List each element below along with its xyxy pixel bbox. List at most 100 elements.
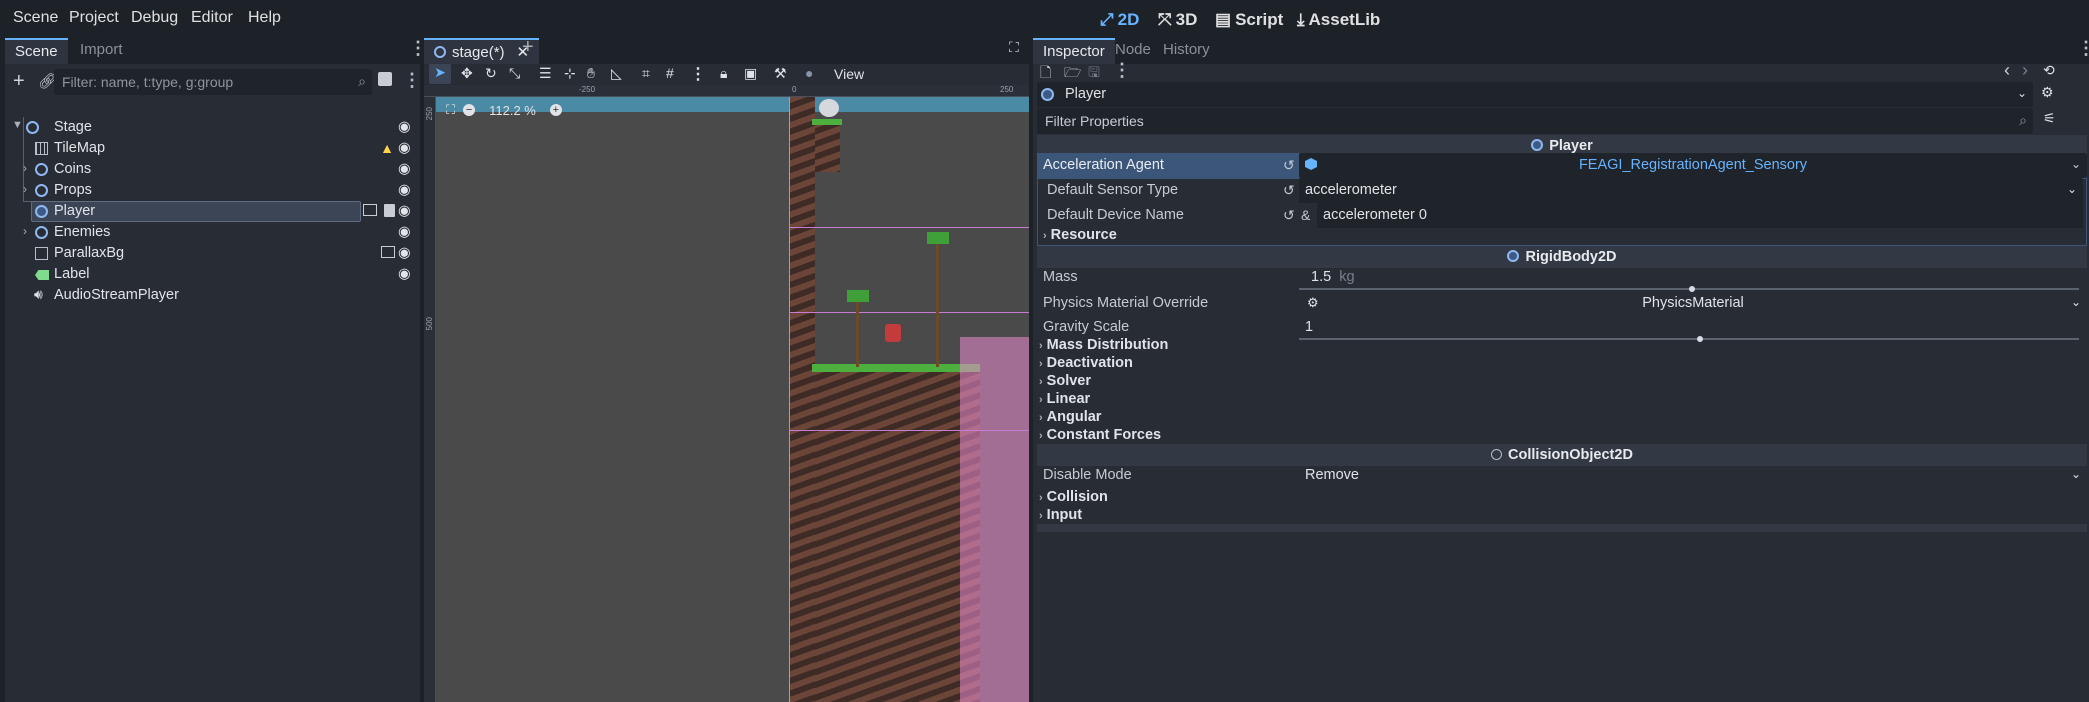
menu-debug[interactable]: Debug	[131, 9, 178, 27]
add-node-icon[interactable]: +	[13, 70, 25, 93]
zoom-out-icon[interactable]: −	[463, 104, 476, 116]
inspector-options-icon[interactable]: ⋮	[1113, 60, 1131, 81]
menu-project[interactable]: Project	[69, 9, 119, 27]
object-selector[interactable]: Player ⌄	[1037, 82, 2033, 107]
workspace-3d-button[interactable]: ⤧ 3D	[1158, 10, 1197, 30]
tree-item-coins[interactable]: › Coins ◉	[5, 159, 420, 180]
tree-item-tilemap[interactable]: TileMap ▲ ◉	[5, 138, 420, 159]
group-constant-forces[interactable]: › Constant Forces	[1039, 427, 1161, 443]
chevron-down-icon[interactable]: ⌄	[2071, 295, 2081, 309]
inspector-menu-icon[interactable]: ⋮	[2077, 38, 2089, 59]
chevron-right-icon[interactable]: ›	[23, 182, 27, 196]
filter-options-icon[interactable]: ⚟	[2043, 110, 2056, 127]
prop-mass[interactable]: Mass 1.5 kg	[1037, 265, 2087, 290]
list-select-icon[interactable]: ☰	[539, 65, 552, 82]
tab-history[interactable]: History	[1153, 38, 1220, 64]
gravity-slider-track[interactable]	[1299, 338, 2079, 340]
rotate-tool-icon[interactable]: ↻	[485, 65, 497, 82]
zoom-reset-icon[interactable]: ⛶	[446, 102, 455, 118]
scale-tool-icon[interactable]: ⤡	[509, 65, 520, 82]
group-deactivation[interactable]: › Deactivation	[1039, 355, 1133, 371]
pivot-tool-icon[interactable]: ⊹	[564, 65, 576, 82]
scene-tree-menu-icon[interactable]: ⋮	[403, 70, 421, 91]
tree-item-stage[interactable]: ▼ Stage ◉	[5, 117, 420, 138]
revert-icon[interactable]: ↺	[1283, 182, 1295, 199]
workspace-script-button[interactable]: ▤ Script	[1215, 10, 1283, 30]
scene-canvas[interactable]: ⛶ − 112.2 % +	[436, 97, 1029, 702]
tree-item-label-node[interactable]: Label ◉	[5, 264, 420, 285]
prop-disable-mode[interactable]: Disable Mode Remove ⌄	[1037, 463, 2087, 488]
eye-icon[interactable]: ◉	[398, 266, 414, 282]
chevron-down-icon[interactable]: ⌄	[2071, 467, 2081, 481]
chevron-right-icon[interactable]: ›	[23, 161, 27, 175]
chevron-right-icon[interactable]: ›	[23, 224, 27, 238]
eye-icon[interactable]: ◉	[398, 203, 414, 219]
tree-item-parallaxbg[interactable]: ParallaxBg ◉	[5, 243, 420, 264]
zoom-level[interactable]: 112.2 %	[489, 103, 536, 118]
prop-physics-material-override[interactable]: Physics Material Override ⚙ PhysicsMater…	[1037, 291, 2087, 316]
pan-tool-icon[interactable]: ✋︎	[587, 65, 595, 82]
workspace-assetlib-button[interactable]: ⤓ AssetLib	[1297, 10, 1380, 30]
group-angular[interactable]: › Angular	[1039, 409, 1101, 425]
filter-properties-input[interactable]: Filter Properties ⌕	[1037, 108, 2033, 134]
clapperboard-icon[interactable]	[363, 204, 377, 216]
history-forward-icon[interactable]: ›	[2022, 60, 2028, 81]
snap-options-icon[interactable]: ⋮	[690, 64, 706, 84]
eye-icon[interactable]: ◉	[398, 245, 414, 261]
menu-scene[interactable]: Scene	[13, 9, 58, 27]
tree-item-player[interactable]: Player ◉	[5, 201, 420, 222]
eye-icon[interactable]: ◉	[398, 161, 414, 177]
prop-gravity-scale[interactable]: Gravity Scale 1	[1037, 315, 2087, 340]
clapperboard-icon[interactable]	[381, 246, 395, 258]
history-back-icon[interactable]: ‹	[2004, 60, 2010, 81]
fullscreen-icon[interactable]: ⛶	[1009, 39, 1019, 56]
view-menu[interactable]: View	[834, 66, 864, 82]
zoom-in-icon[interactable]: +	[549, 104, 562, 116]
gravity-slider-knob[interactable]	[1697, 336, 1703, 342]
sensor-type-dropdown[interactable]: accelerometer ⌄	[1299, 178, 2083, 203]
chevron-down-icon[interactable]: ▼	[12, 119, 23, 131]
tab-scene[interactable]: Scene	[5, 38, 68, 64]
chevron-down-icon[interactable]: ⌄	[2067, 182, 2077, 196]
script-icon[interactable]	[384, 204, 395, 217]
lock-icon[interactable]: 🔒︎	[720, 65, 727, 82]
ruler-tool-icon[interactable]: ◺	[611, 65, 622, 82]
group-linear[interactable]: › Linear	[1039, 391, 1090, 407]
acceleration-agent-value[interactable]: FEAGI_RegistrationAgent_Sensory ⌄	[1299, 153, 2087, 178]
grid-snap-icon[interactable]: #	[666, 65, 674, 81]
smart-snap-icon[interactable]: ⌗	[642, 65, 650, 82]
object-history-icon[interactable]: ⟲	[2043, 62, 2055, 79]
scene-filter-input[interactable]: Filter: name, t:type, g:group ⌕	[54, 69, 372, 95]
eye-icon[interactable]: ◉	[398, 119, 414, 135]
tree-item-audiostreamplayer[interactable]: 🔊︎ AudioStreamPlayer	[5, 285, 420, 306]
revert-icon[interactable]: ↺	[1283, 207, 1295, 224]
chevron-down-icon[interactable]: ⌄	[2071, 157, 2081, 171]
camera-override-icon[interactable]: ●	[805, 65, 813, 81]
revert-icon[interactable]: ↺	[1283, 157, 1295, 174]
workspace-2d-button[interactable]: ⤢ 2D	[1100, 10, 1139, 30]
group-mass-distribution[interactable]: › Mass Distribution	[1039, 337, 1168, 353]
device-name-input[interactable]: accelerometer 0	[1317, 203, 2083, 228]
move-tool-icon[interactable]: ✥	[461, 65, 473, 82]
tab-import[interactable]: Import	[70, 38, 133, 64]
bone-icon[interactable]: ⚒	[774, 65, 787, 82]
eye-icon[interactable]: ◉	[398, 140, 414, 156]
eye-icon[interactable]: ◉	[398, 182, 414, 198]
group-solver[interactable]: › Solver	[1039, 373, 1091, 389]
script-attach-icon[interactable]	[378, 72, 392, 86]
prop-default-sensor-type[interactable]: Default Sensor Type ↺ accelerometer ⌄	[1037, 178, 2087, 203]
object-tools-icon[interactable]: ⚙	[2041, 84, 2054, 101]
gravity-scale-slider[interactable]: 1	[1299, 315, 2087, 340]
warning-icon[interactable]: ▲	[380, 140, 394, 156]
tree-item-enemies[interactable]: › Enemies ◉	[5, 222, 420, 243]
tab-inspector[interactable]: Inspector	[1033, 38, 1115, 64]
tree-item-props[interactable]: › Props ◉	[5, 180, 420, 201]
select-tool-icon[interactable]: ➤	[429, 64, 451, 84]
disable-mode-dropdown[interactable]: Remove ⌄	[1299, 463, 2087, 488]
menu-editor[interactable]: Editor	[191, 9, 233, 27]
add-tab-icon[interactable]: +	[522, 36, 534, 59]
menu-help[interactable]: Help	[248, 9, 281, 27]
prop-acceleration-agent[interactable]: Acceleration Agent ↺ FEAGI_RegistrationA…	[1037, 153, 2087, 178]
group-collision[interactable]: › Collision	[1039, 489, 1108, 505]
player-sprite[interactable]	[885, 324, 901, 342]
